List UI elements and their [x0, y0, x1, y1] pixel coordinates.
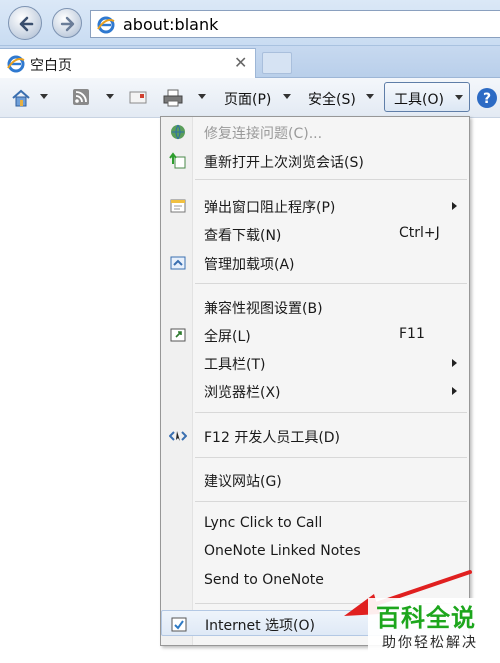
menu-item-suggested-sites[interactable]: 建议网站(G): [161, 467, 469, 493]
menu-item-label: 查看下载(N): [204, 228, 282, 244]
print-dropdown-arrow[interactable]: [198, 94, 206, 99]
fix-connection-icon: [171, 124, 185, 140]
menu-item-label: 弹出窗口阻止程序(P): [204, 200, 336, 216]
menu-separator: [195, 412, 467, 413]
fullscreen-icon: [170, 328, 186, 342]
menu-separator: [195, 501, 467, 502]
close-tab-icon[interactable]: ✕: [234, 53, 247, 72]
svg-text:?: ?: [483, 91, 491, 107]
developer-tools-icon: [169, 431, 187, 441]
mail-icon[interactable]: [128, 88, 148, 106]
menu-item-label: F12 开发人员工具(D): [204, 430, 341, 446]
menu-item-manage-addons[interactable]: 管理加载项(A): [161, 250, 469, 276]
menu-item-shortcut: F11: [399, 326, 425, 342]
back-arrow-icon: [19, 16, 34, 32]
menu-separator: [195, 283, 467, 284]
menu-item-label: 管理加载项(A): [204, 257, 295, 273]
menu-item-label: OneNote Linked Notes: [204, 543, 361, 559]
menu-item-toolbars[interactable]: 工具栏(T): [161, 350, 469, 376]
help-icon[interactable]: ?: [476, 87, 498, 109]
menu-separator: [195, 179, 467, 180]
command-bar: 页面(P) 安全(S) 工具(O) ?: [0, 78, 500, 118]
home-dropdown-arrow[interactable]: [40, 94, 48, 99]
home-icon[interactable]: [10, 88, 32, 108]
submenu-arrow-icon: [452, 359, 457, 367]
watermark-subtitle: 助你轻松解决: [382, 635, 478, 651]
watermark: 百科全说 助你轻松解决: [368, 598, 500, 663]
back-button[interactable]: [8, 6, 42, 40]
forward-arrow-icon: [60, 16, 75, 32]
print-icon[interactable]: [162, 88, 184, 108]
reopen-session-icon: [169, 152, 186, 169]
forward-button[interactable]: [52, 8, 82, 38]
submenu-arrow-icon: [452, 387, 457, 395]
tools-menu-label: 工具(O): [394, 92, 444, 108]
menu-item-reopen-session[interactable]: 重新打开上次浏览会话(S): [161, 148, 469, 174]
menu-item-label: Send to OneNote: [204, 572, 324, 588]
page-menu-button[interactable]: 页面(P): [224, 89, 271, 109]
menu-item-label: 浏览器栏(X): [204, 385, 281, 401]
menu-item-explorer-bars[interactable]: 浏览器栏(X): [161, 378, 469, 404]
menu-item-compatibility-view[interactable]: 兼容性视图设置(B): [161, 294, 469, 320]
address-bar[interactable]: about:blank: [90, 10, 500, 38]
menu-item-label: Internet 选项(O): [205, 618, 315, 634]
manage-addons-icon: [170, 256, 186, 270]
page-dropdown-arrow[interactable]: [283, 94, 291, 99]
menu-item-label: 建议网站(G): [204, 474, 282, 490]
safety-menu-button[interactable]: 安全(S): [308, 89, 356, 109]
menu-item-fix-connection[interactable]: 修复连接问题(C)...: [161, 119, 469, 145]
ie-logo-icon: [97, 16, 115, 34]
rss-feed-icon[interactable]: [72, 88, 90, 106]
menu-item-label: 修复连接问题(C)...: [204, 126, 323, 142]
menu-item-label: 工具栏(T): [204, 357, 266, 373]
menu-item-label: 重新打开上次浏览会话(S): [204, 155, 364, 171]
tab-title: 空白页: [30, 58, 72, 74]
menu-item-label: 全屏(L): [204, 329, 251, 345]
safety-dropdown-arrow[interactable]: [366, 94, 374, 99]
menu-separator: [195, 457, 467, 458]
feed-dropdown-arrow[interactable]: [106, 94, 114, 99]
menu-item-label: Lync Click to Call: [204, 515, 323, 531]
tab-row: 空白页 ✕: [0, 46, 500, 78]
internet-options-icon: [171, 617, 187, 632]
menu-item-view-downloads[interactable]: 查看下载(N) Ctrl+J: [161, 221, 469, 247]
menu-item-f12-developer-tools[interactable]: F12 开发人员工具(D): [161, 423, 469, 449]
menu-item-onenote-linked-notes[interactable]: OneNote Linked Notes: [161, 539, 469, 565]
menu-item-popup-blocker[interactable]: 弹出窗口阻止程序(P): [161, 193, 469, 219]
tab-blank-page[interactable]: 空白页 ✕: [0, 48, 256, 78]
menu-item-fullscreen[interactable]: 全屏(L) F11: [161, 322, 469, 348]
new-tab-button[interactable]: [262, 52, 292, 74]
address-url: about:blank: [123, 15, 219, 34]
ie-logo-icon: [7, 55, 25, 73]
watermark-title: 百科全说: [376, 604, 476, 632]
menu-item-lync-click-to-call[interactable]: Lync Click to Call: [161, 511, 469, 537]
submenu-arrow-icon: [452, 202, 457, 210]
navigation-bar: about:blank: [0, 0, 500, 46]
tools-menu-button[interactable]: 工具(O): [384, 82, 470, 112]
tools-dropdown-arrow: [455, 95, 463, 100]
menu-item-shortcut: Ctrl+J: [399, 225, 440, 241]
popup-blocker-icon: [170, 199, 186, 213]
menu-item-label: 兼容性视图设置(B): [204, 301, 323, 317]
